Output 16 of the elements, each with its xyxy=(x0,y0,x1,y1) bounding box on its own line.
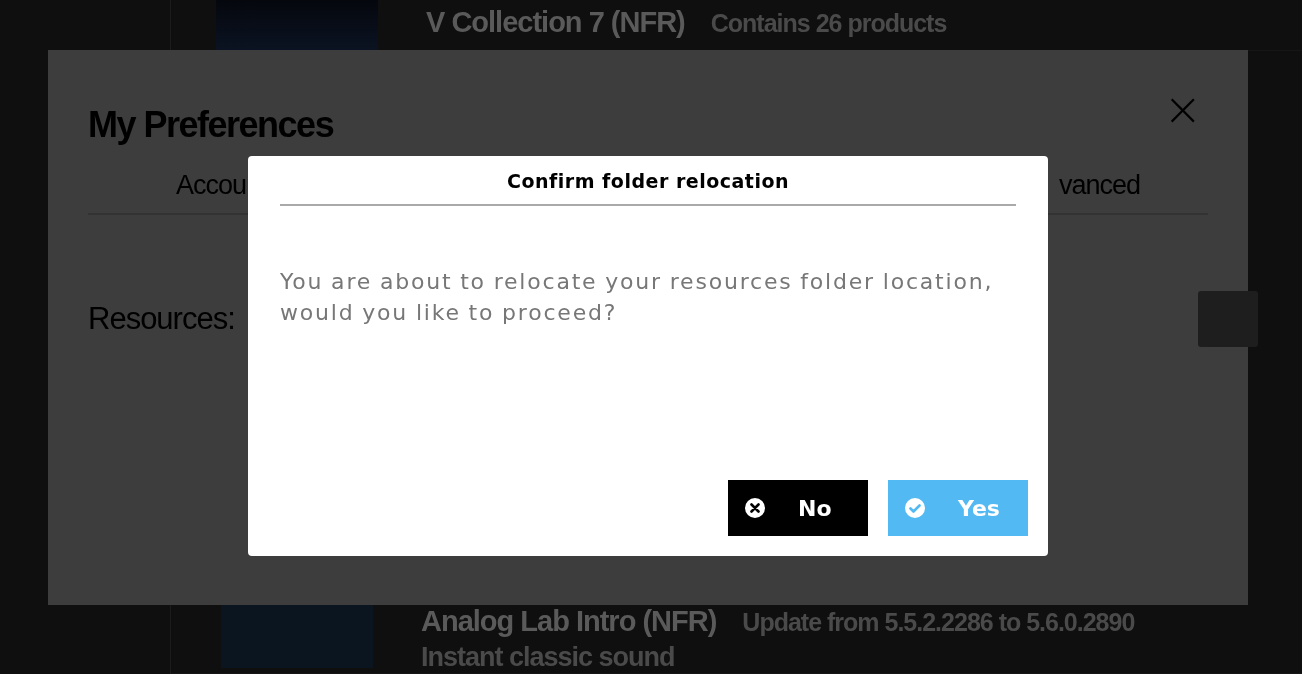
close-button[interactable]: × xyxy=(1163,86,1202,132)
product-description: Instant classic sound xyxy=(421,642,676,673)
product-subtitle: Contains 26 products xyxy=(710,9,947,38)
product-title: V Collection 7 (NFR) xyxy=(426,6,685,39)
dialog-title: Confirm folder relocation xyxy=(280,156,1016,206)
resources-label: Resources: xyxy=(88,301,235,337)
dialog-message: You are about to relocate your resources folder location, would you like to proceed? xyxy=(280,268,995,327)
no-button[interactable]: No xyxy=(728,480,868,536)
product-subtitle: Update from 5.5.2.2286 to 5.6.0.2890 xyxy=(742,608,1135,637)
modal-title: My Preferences xyxy=(88,104,334,146)
tab[interactable]: vanced xyxy=(1058,170,1140,201)
close-icon xyxy=(744,497,766,519)
tab[interactable]: Accou xyxy=(176,170,247,201)
product-title: Analog Lab Intro (NFR) xyxy=(421,605,717,638)
check-icon xyxy=(904,497,926,519)
yes-button[interactable]: Yes xyxy=(888,480,1028,536)
